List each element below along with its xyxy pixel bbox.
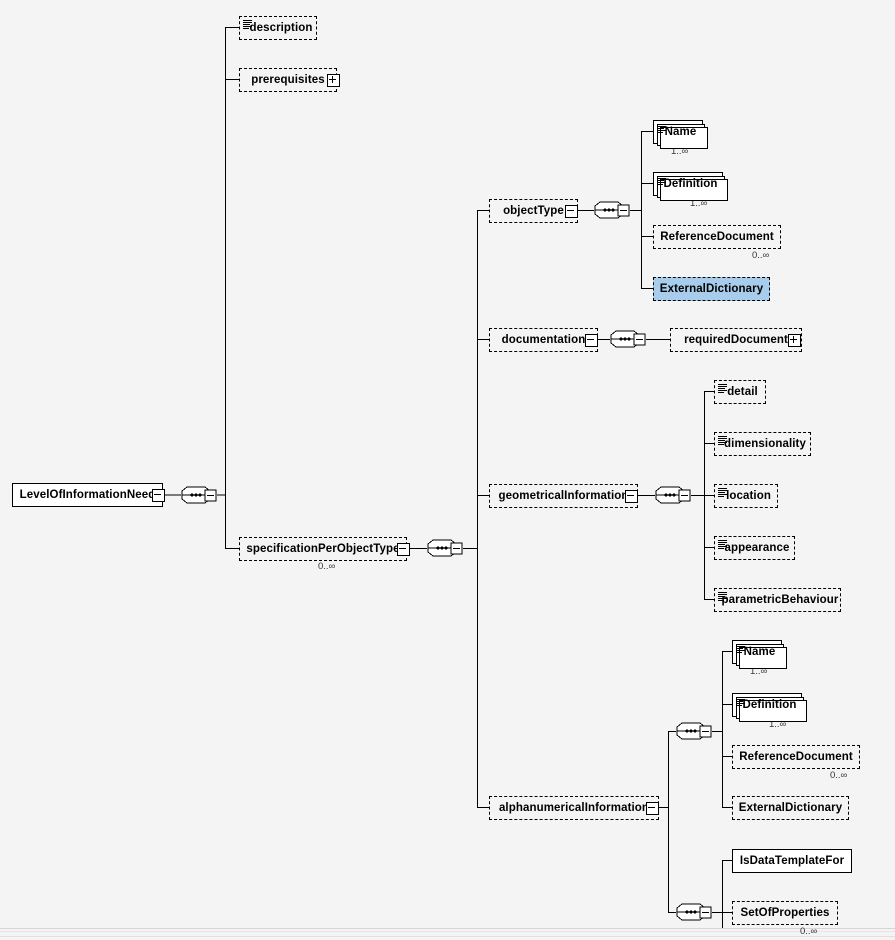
node-appearance[interactable]: appearance: [714, 536, 795, 560]
sequence-symbol-alphanumerical-lower[interactable]: [676, 903, 712, 921]
document-icon: [657, 176, 666, 186]
node-label: ReferenceDocument: [660, 231, 774, 243]
node-label: geometricalInformation: [498, 490, 629, 502]
node-is-data-template-for[interactable]: IsDataTemplateFor: [732, 849, 852, 873]
node-label: specificationPerObjectType: [246, 543, 400, 555]
sequence-symbol-specification[interactable]: [427, 539, 463, 557]
node-required-document[interactable]: requiredDocument: [670, 328, 802, 352]
cardinality-specification-per-object-type: 0..∞: [318, 561, 336, 572]
node-label: requiredDocument: [684, 334, 788, 346]
node-object-type-reference-document[interactable]: ReferenceDocument: [653, 225, 781, 249]
node-parametric-behaviour[interactable]: parametricBehaviour: [714, 588, 841, 612]
expander-prerequisites[interactable]: [327, 74, 340, 87]
sequence-symbol-geometrical[interactable]: [655, 486, 691, 504]
node-geometrical-information[interactable]: geometricalInformation: [489, 484, 638, 508]
document-icon: [736, 644, 745, 654]
expander-object-type[interactable]: [565, 205, 578, 218]
node-label: ExternalDictionary: [659, 283, 764, 295]
document-icon: [657, 124, 666, 134]
bottom-separator-2: [0, 931, 895, 932]
node-label: alphanumericalInformation: [498, 802, 650, 814]
node-alphanumerical-name[interactable]: Name: [732, 640, 787, 669]
schema-diagram-canvas: LevelOfInformationNeed description prere…: [0, 0, 895, 940]
sequence-symbol-documentation[interactable]: [610, 330, 646, 348]
node-label: ReferenceDocument: [739, 751, 853, 763]
bottom-separator-3: [0, 936, 895, 937]
node-level-of-information-need[interactable]: LevelOfInformationNeed: [12, 483, 163, 507]
document-icon: [718, 436, 727, 446]
node-documentation[interactable]: documentation: [489, 328, 598, 352]
sequence-symbol-alphanumerical-upper[interactable]: [676, 722, 712, 740]
bottom-separator-1: [0, 928, 895, 929]
node-label: LevelOfInformationNeed: [19, 489, 156, 501]
expander-required-document[interactable]: [788, 334, 801, 347]
node-dimensionality[interactable]: dimensionality: [714, 432, 811, 456]
node-alphanumerical-reference-document[interactable]: ReferenceDocument: [732, 745, 860, 769]
node-location[interactable]: location: [714, 484, 778, 508]
node-label: objectType: [503, 205, 564, 217]
node-set-of-properties[interactable]: SetOfProperties: [732, 901, 838, 925]
cardinality-alphanumerical-reference-document: 0..∞: [830, 770, 848, 781]
expander-documentation[interactable]: [585, 334, 598, 347]
node-label: IsDataTemplateFor: [739, 855, 845, 867]
document-icon: [718, 592, 727, 602]
expander-geometrical-information[interactable]: [625, 490, 638, 503]
node-label: parametricBehaviour: [721, 594, 839, 606]
node-label: ExternalDictionary: [738, 802, 843, 814]
cardinality-object-type-reference-document: 0..∞: [752, 250, 770, 261]
node-specification-per-object-type[interactable]: specificationPerObjectType: [239, 537, 407, 561]
node-prerequisites[interactable]: prerequisites: [239, 68, 337, 92]
node-description[interactable]: description: [239, 16, 317, 40]
node-detail[interactable]: detail: [714, 380, 766, 404]
node-object-type-external-dictionary[interactable]: ExternalDictionary: [653, 277, 770, 301]
node-label: SetOfProperties: [740, 907, 830, 919]
document-icon: [243, 20, 252, 30]
expander-level-of-information-need[interactable]: [152, 489, 165, 502]
node-label: prerequisites: [251, 74, 325, 86]
sequence-symbol-object-type[interactable]: [594, 201, 630, 219]
cardinality-set-of-properties: 0..∞: [800, 926, 818, 937]
node-alphanumerical-definition[interactable]: Definition: [732, 693, 807, 722]
expander-alphanumerical-information[interactable]: [646, 802, 659, 815]
node-object-type-name[interactable]: Name: [653, 120, 708, 149]
node-object-type-definition[interactable]: Definition: [653, 172, 728, 201]
document-icon: [718, 488, 727, 498]
document-icon: [718, 540, 727, 550]
document-icon: [718, 384, 727, 394]
document-icon: [736, 697, 745, 707]
expander-specification-per-object-type[interactable]: [397, 543, 410, 556]
node-alphanumerical-information[interactable]: alphanumericalInformation: [489, 796, 659, 820]
node-alphanumerical-external-dictionary[interactable]: ExternalDictionary: [732, 796, 849, 820]
node-label: documentation: [501, 334, 586, 346]
sequence-symbol-root[interactable]: [181, 486, 217, 504]
